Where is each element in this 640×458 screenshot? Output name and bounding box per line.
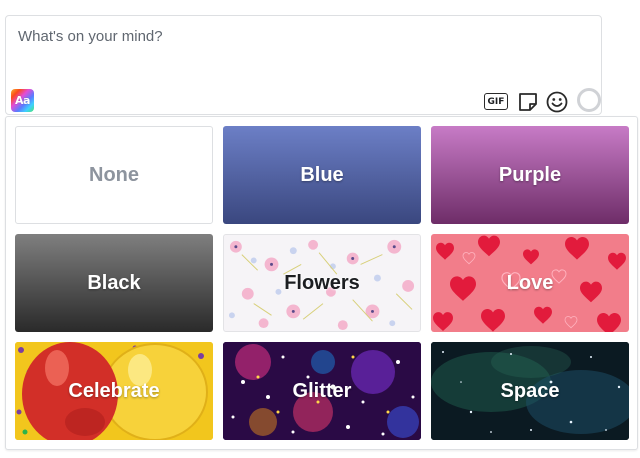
background-label: Purple bbox=[498, 163, 562, 186]
background-label: Celebrate bbox=[68, 379, 160, 402]
character-count-ring bbox=[577, 88, 601, 112]
background-picker: None Blue Purple Black Flowers Love Cele… bbox=[5, 116, 638, 450]
background-label: None bbox=[89, 163, 139, 186]
emoji-icon[interactable] bbox=[545, 90, 569, 114]
background-option-celebrate[interactable]: Celebrate bbox=[15, 342, 213, 440]
background-option-black[interactable]: Black bbox=[15, 234, 213, 332]
gif-button[interactable]: GIF bbox=[484, 93, 508, 110]
background-label: Flowers bbox=[284, 271, 360, 294]
gif-icon: GIF bbox=[487, 96, 505, 107]
status-input[interactable]: What's on your mind? bbox=[18, 28, 163, 45]
background-label: Love bbox=[506, 271, 554, 294]
background-label: Blue bbox=[300, 163, 344, 186]
aa-icon: Aa bbox=[15, 94, 30, 107]
background-option-space[interactable]: Space bbox=[431, 342, 629, 440]
text-background-toggle-button[interactable]: Aa bbox=[11, 89, 34, 112]
background-option-love[interactable]: Love bbox=[431, 234, 629, 332]
sticker-icon[interactable] bbox=[517, 91, 539, 113]
background-label: Black bbox=[87, 271, 141, 294]
background-option-flowers[interactable]: Flowers bbox=[223, 234, 421, 332]
background-option-blue[interactable]: Blue bbox=[223, 126, 421, 224]
background-label: Space bbox=[500, 379, 560, 402]
background-label: Glitter bbox=[292, 379, 352, 402]
post-composer[interactable]: What's on your mind? Aa GIF bbox=[5, 15, 602, 115]
background-option-none[interactable]: None bbox=[15, 126, 213, 224]
background-option-glitter[interactable]: Glitter bbox=[223, 342, 421, 440]
background-option-purple[interactable]: Purple bbox=[431, 126, 629, 224]
